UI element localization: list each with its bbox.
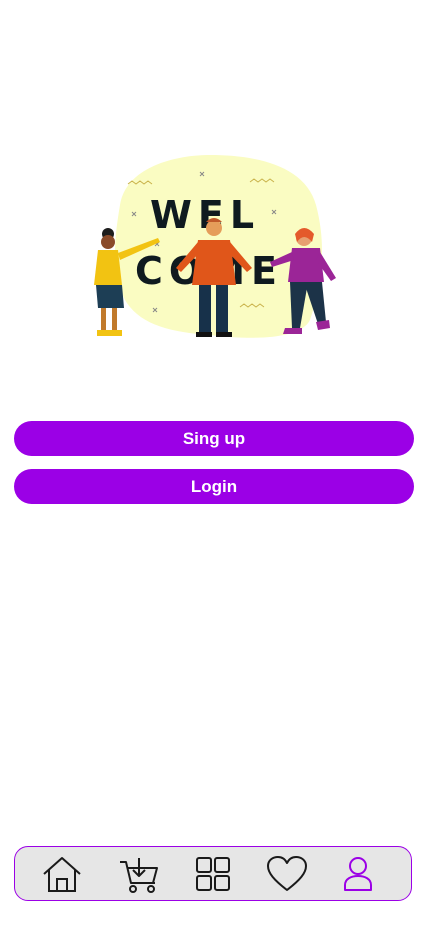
nav-favorites[interactable] (263, 853, 311, 895)
nav-cart[interactable] (115, 853, 163, 895)
welcome-screen: WEL COME (0, 0, 428, 926)
profile-icon (344, 857, 372, 891)
welcome-illustration: WEL COME (80, 150, 350, 345)
signup-button[interactable]: Sing up (14, 421, 414, 456)
heart-icon (267, 856, 307, 891)
bottom-navigation (14, 846, 412, 901)
welcome-line-1: WEL (150, 193, 260, 237)
home-icon (43, 857, 81, 892)
nav-profile[interactable] (334, 853, 382, 895)
grid-icon (196, 857, 230, 891)
login-button[interactable]: Login (14, 469, 414, 504)
nav-categories[interactable] (189, 853, 237, 895)
nav-home[interactable] (38, 853, 86, 895)
cart-download-icon (120, 858, 158, 893)
